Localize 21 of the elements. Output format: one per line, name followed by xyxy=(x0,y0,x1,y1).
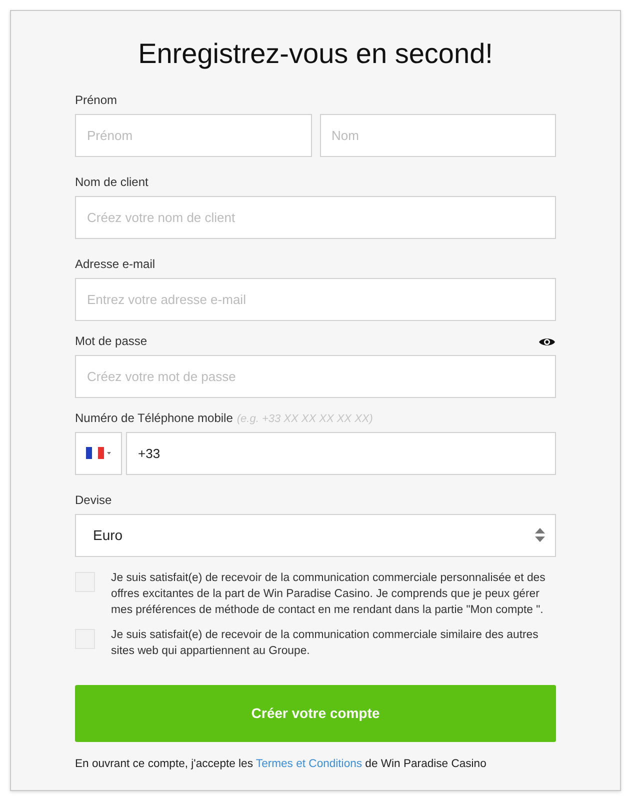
text-field[interactable]: Prénom xyxy=(75,114,312,157)
field-label: Nom de client xyxy=(75,174,148,189)
form-title: Enregistrez-vous en second! xyxy=(137,39,494,70)
field-label: Devise xyxy=(75,492,112,507)
text-field[interactable]: Nom xyxy=(320,114,556,157)
country-dropdown[interactable] xyxy=(75,432,122,475)
consent-text: Je suis satisfait(e) de recevoir de la communication commerciale similaire des autres sites web qui appartiennent au Groupe. xyxy=(111,628,540,659)
terms-text: En ouvrant ce compte, j'accepte les Termes et Conditions de Win Paradise Casino xyxy=(75,757,488,772)
show-password-icon[interactable] xyxy=(538,336,556,348)
email-field[interactable]: Entrez votre adresse e-mail xyxy=(75,278,556,321)
username-field[interactable]: Créez votre nom de client xyxy=(75,196,556,239)
sort-arrows-icon xyxy=(535,528,545,542)
field-label: Mot de passe xyxy=(75,334,148,348)
flag-icon xyxy=(86,447,112,460)
field-label: Numéro de Téléphone mobile xyxy=(75,410,233,425)
field-label: Adresse e-mail xyxy=(75,256,156,271)
password-field[interactable]: Créez votre mot de passe xyxy=(75,354,556,398)
phone-field[interactable]: +33 xyxy=(126,432,556,475)
consent-text: Je suis satisfait(e) de recevoir de la communication commerciale personnalisée et des offres excitantes de la part de Win Paradise Casino. Je comprends que je peux gérer mes préférences de méthode de contact en me rendant dans la partie "Mon compte ". xyxy=(111,570,546,618)
currency-select[interactable]: Euro xyxy=(75,514,556,557)
field-label: Prénom xyxy=(75,92,118,107)
